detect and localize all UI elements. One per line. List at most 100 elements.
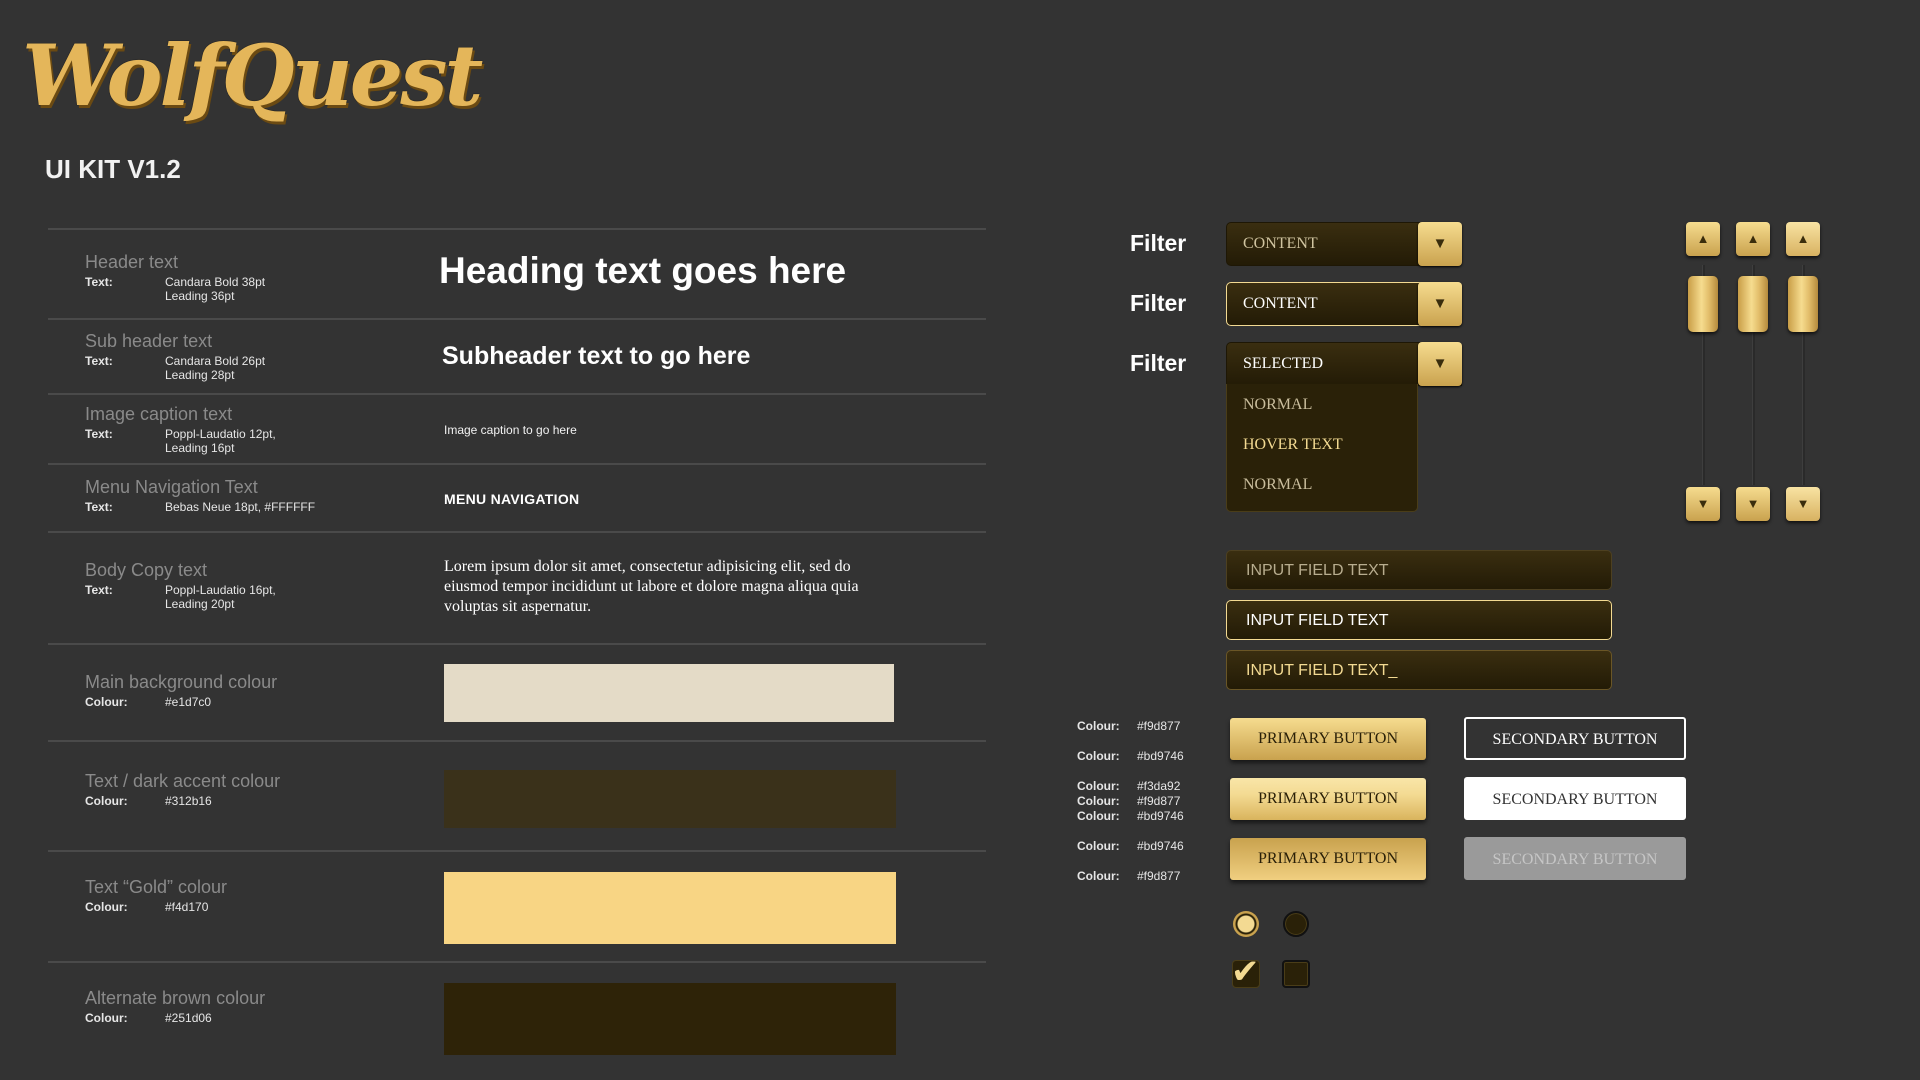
spec-label-caption: Image caption text	[85, 404, 233, 424]
swatch-gold	[444, 872, 896, 944]
radio-unselected[interactable]	[1283, 911, 1309, 937]
dropdown-value: SELECTED	[1243, 355, 1323, 372]
swatch-main-bg	[444, 664, 894, 722]
slider-up-button[interactable]: ▲	[1686, 222, 1720, 256]
divider	[48, 740, 986, 742]
input-field-focus[interactable]: INPUT FIELD TEXT	[1226, 600, 1612, 640]
button-colour-value: #f3da92	[1137, 779, 1181, 793]
colour-label-dark-accent: Text / dark accent colour	[85, 771, 281, 791]
spec-label-menu: Menu Navigation Text	[85, 477, 258, 497]
divider	[48, 228, 986, 230]
primary-button-pressed[interactable]: PRIMARY BUTTON	[1230, 838, 1426, 880]
spec-value-caption: Poppl-Laudatio 12pt, Leading 16pt	[165, 427, 276, 455]
demo-subheader-text: Subheader text to go here	[442, 342, 751, 370]
radio-selected[interactable]	[1233, 911, 1259, 937]
button-colour-value: #f9d877	[1137, 719, 1181, 733]
checkbox-checked[interactable]: ✔	[1231, 955, 1260, 989]
divider	[48, 463, 986, 465]
button-colour-value: #f9d877	[1137, 794, 1181, 808]
colour-key: Colour:	[1077, 869, 1120, 883]
chevron-down-icon[interactable]: ▼	[1418, 342, 1462, 386]
filter-label: Filter	[1130, 290, 1187, 316]
spec-label-body: Body Copy text	[85, 560, 208, 580]
colour-key: Colour:	[85, 695, 128, 709]
divider	[48, 393, 986, 395]
divider	[48, 531, 986, 533]
colour-key: Colour:	[85, 1011, 128, 1025]
colour-key: Colour:	[1077, 839, 1120, 853]
colour-key: Colour:	[1077, 719, 1120, 733]
slider-thumb[interactable]	[1688, 276, 1718, 332]
input-field-typing[interactable]: INPUT FIELD TEXT_	[1226, 650, 1612, 690]
demo-heading-text: Heading text goes here	[439, 250, 847, 291]
demo-body-copy: Lorem ipsum dolor sit amet, consectetur …	[444, 558, 859, 615]
secondary-button-hover[interactable]: SECONDARY BUTTON	[1464, 777, 1686, 820]
spec-value-subheader: Candara Bold 26pt Leading 28pt	[165, 354, 266, 382]
colour-label-gold: Text “Gold” colour	[85, 877, 228, 897]
spec-key: Text:	[85, 275, 113, 289]
primary-button[interactable]: PRIMARY BUTTON	[1230, 718, 1426, 760]
colour-value-gold: #f4d170	[165, 900, 209, 914]
slider-thumb[interactable]	[1788, 276, 1818, 332]
input-field-normal[interactable]: INPUT FIELD TEXT	[1226, 550, 1612, 590]
colour-value-main-bg: #e1d7c0	[165, 695, 212, 709]
primary-button-hover[interactable]: PRIMARY BUTTON	[1230, 778, 1426, 820]
slider-up-button[interactable]: ▲	[1736, 222, 1770, 256]
demo-menu-navigation: MENU NAVIGATION	[444, 491, 580, 507]
colour-key: Colour:	[1077, 809, 1120, 823]
dropdown-options-list: NORMAL HOVER TEXT NORMAL	[1226, 384, 1418, 512]
swatch-alternate-brown	[444, 983, 896, 1055]
chevron-down-icon[interactable]: ▼	[1418, 282, 1462, 326]
button-colour-value: #bd9746	[1137, 839, 1184, 853]
colour-key: Colour:	[1077, 779, 1120, 793]
colour-label-alternate-brown: Alternate brown colour	[85, 988, 266, 1008]
spec-value-body: Poppl-Laudatio 16pt, Leading 20pt	[165, 583, 276, 611]
slider-thumb[interactable]	[1738, 276, 1768, 332]
check-icon: ✔	[1231, 953, 1260, 991]
dropdown-value: CONTENT	[1243, 235, 1318, 252]
button-colour-value: #bd9746	[1137, 809, 1184, 823]
slider-down-button[interactable]: ▼	[1786, 487, 1820, 521]
spec-label-header: Header text	[85, 252, 179, 272]
dropdown-value: CONTENT	[1243, 295, 1318, 312]
spec-key: Text:	[85, 500, 113, 514]
colour-key: Colour:	[1077, 749, 1120, 763]
filter-dropdown-active[interactable]: CONTENT ▼	[1226, 282, 1462, 326]
checkbox-unchecked[interactable]	[1282, 960, 1310, 988]
spec-key: Text:	[85, 354, 113, 368]
button-colour-value: #bd9746	[1137, 749, 1184, 763]
filter-dropdown-normal[interactable]: CONTENT ▼	[1226, 222, 1462, 266]
chevron-down-icon[interactable]: ▼	[1418, 222, 1462, 266]
divider	[48, 318, 986, 320]
swatch-dark-accent	[444, 770, 896, 828]
slider-down-button[interactable]: ▼	[1686, 487, 1720, 521]
colour-key: Colour:	[85, 900, 128, 914]
colour-value-dark-accent: #312b16	[165, 794, 212, 808]
kit-title: UI KIT V1.2	[45, 154, 181, 184]
colour-key: Colour:	[85, 794, 128, 808]
spec-value-menu: Bebas Neue 18pt, #FFFFFF	[165, 500, 316, 514]
dropdown-option[interactable]: NORMAL	[1243, 396, 1312, 414]
divider	[48, 961, 986, 963]
spec-key: Text:	[85, 427, 113, 441]
secondary-button[interactable]: SECONDARY BUTTON	[1464, 717, 1686, 760]
wolfquest-logo: WolfQuest	[22, 26, 483, 125]
secondary-button-disabled[interactable]: SECONDARY BUTTON	[1464, 837, 1686, 880]
demo-caption-text: Image caption to go here	[444, 423, 577, 437]
spec-key: Text:	[85, 583, 113, 597]
colour-value-alternate-brown: #251d06	[165, 1011, 212, 1025]
spec-value-header: Candara Bold 38pt Leading 36pt	[165, 275, 266, 303]
divider	[48, 850, 986, 852]
filter-label: Filter	[1130, 230, 1187, 256]
filter-dropdown-open[interactable]: SELECTED ▼	[1226, 342, 1462, 386]
colour-key: Colour:	[1077, 794, 1120, 808]
dropdown-option[interactable]: NORMAL	[1243, 476, 1312, 494]
colour-label-main-bg: Main background colour	[85, 672, 278, 692]
filter-label: Filter	[1130, 350, 1187, 376]
divider	[48, 643, 986, 645]
spec-label-subheader: Sub header text	[85, 331, 213, 351]
button-colour-value: #f9d877	[1137, 869, 1181, 883]
dropdown-option-hover[interactable]: HOVER TEXT	[1243, 436, 1343, 454]
slider-up-button[interactable]: ▲	[1786, 222, 1820, 256]
slider-down-button[interactable]: ▼	[1736, 487, 1770, 521]
